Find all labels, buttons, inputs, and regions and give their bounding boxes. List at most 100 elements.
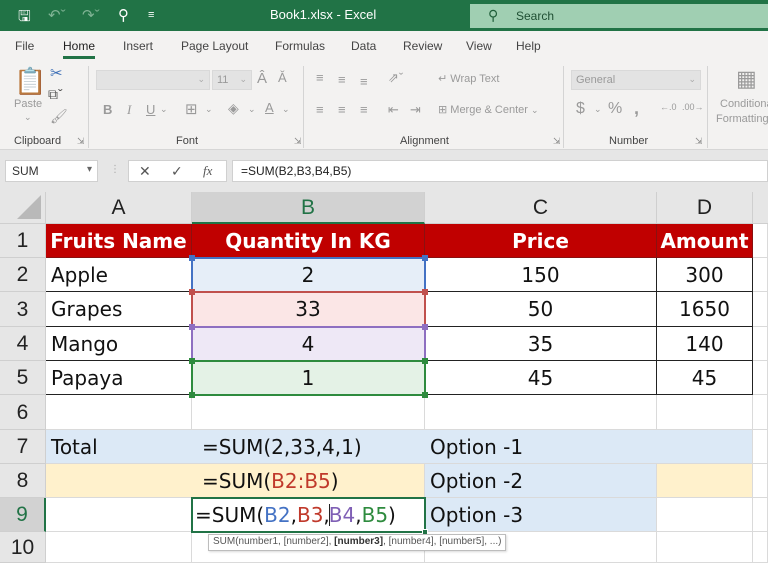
number-format-combo[interactable]: General ⌄ (571, 70, 701, 90)
cell-c8[interactable]: Option -2 (425, 464, 657, 498)
tab-page-layout[interactable]: Page Layout (181, 39, 248, 53)
conditional-formatting-label-2[interactable]: Formatting (716, 113, 768, 125)
tab-help[interactable]: Help (516, 39, 541, 53)
row-header-9[interactable]: 9 (0, 498, 46, 532)
percent-icon[interactable]: % (608, 100, 622, 118)
cell-a2[interactable]: Apple (46, 258, 192, 292)
cell-d5[interactable]: 45 (657, 361, 753, 395)
cell-d8[interactable] (657, 464, 753, 498)
cell-c4[interactable]: 35 (425, 327, 657, 361)
range-handle[interactable] (189, 255, 195, 261)
cell-e4[interactable] (753, 327, 768, 361)
cell-a5[interactable]: Papaya (46, 361, 192, 395)
italic-icon[interactable]: I (127, 102, 131, 118)
row-header-4[interactable]: 4 (0, 327, 46, 361)
chevron-down-icon[interactable]: ⌄ (205, 104, 213, 115)
row-header-8[interactable]: 8 (0, 464, 46, 498)
drag-handle-icon[interactable]: ⋮ (110, 164, 120, 175)
tab-review[interactable]: Review (403, 39, 442, 53)
range-handle[interactable] (189, 358, 195, 364)
conditional-formatting-label-1[interactable]: Conditional (720, 98, 768, 110)
fill-color-icon[interactable]: ◈ (228, 100, 239, 117)
align-left-icon[interactable]: ≡ (316, 102, 324, 117)
cell-e1[interactable] (753, 224, 768, 258)
middle-align-icon[interactable]: ≡ (338, 72, 346, 87)
decrease-font-size-icon[interactable]: Ǎ (278, 70, 287, 85)
chevron-down-icon[interactable]: ⌄ (160, 104, 168, 115)
row-header-3[interactable]: 3 (0, 292, 46, 327)
underline-icon[interactable]: U (146, 102, 155, 117)
column-header-a[interactable]: A (46, 192, 192, 224)
cell-e10[interactable] (753, 532, 768, 563)
range-handle[interactable] (189, 392, 195, 398)
cell-d6[interactable] (657, 395, 753, 430)
decrease-indent-icon[interactable]: ⇤ (388, 102, 399, 118)
chevron-down-icon[interactable]: ⌄ (282, 104, 290, 115)
cell-d7[interactable] (657, 430, 753, 464)
cut-icon[interactable]: ✂ (50, 64, 63, 82)
cell-c9[interactable]: Option -3 (425, 498, 657, 532)
bottom-align-icon[interactable]: ≡ (360, 74, 368, 89)
column-header-c[interactable]: C (425, 192, 657, 224)
cell-d10[interactable] (657, 532, 753, 563)
cell-e5[interactable] (753, 361, 768, 395)
cell-e7[interactable] (753, 430, 768, 464)
align-center-icon[interactable]: ≡ (338, 102, 346, 117)
cell-b5[interactable]: 1 (192, 361, 425, 395)
conditional-formatting-icon[interactable]: ▦ (736, 66, 757, 92)
borders-icon[interactable]: ⊞ (185, 100, 198, 118)
top-align-icon[interactable]: ≡ (316, 70, 324, 85)
cell-b9-editing[interactable]: =SUM(B2, B3, B4, B5) (192, 498, 425, 532)
save-icon[interactable]: 🖫 (18, 6, 31, 31)
range-handle[interactable] (189, 324, 195, 330)
tooltip-current-arg[interactable]: [number3] (334, 536, 383, 547)
tab-file[interactable]: File (15, 39, 34, 53)
font-name-combo[interactable]: ⌄ (96, 70, 210, 90)
paste-label[interactable]: Paste (14, 98, 42, 110)
range-handle[interactable] (422, 358, 428, 364)
row-header-5[interactable]: 5 (0, 361, 46, 395)
row-header-10[interactable]: 10 (0, 532, 46, 563)
cell-d9[interactable] (657, 498, 753, 532)
chevron-down-icon[interactable]: ⌄ (248, 104, 256, 115)
font-color-icon[interactable]: A (265, 100, 274, 115)
row-header-7[interactable]: 7 (0, 430, 46, 464)
increase-decimal-icon[interactable]: ←.0 (660, 102, 677, 112)
cell-a7[interactable]: Total (46, 430, 192, 464)
cell-b8[interactable]: =SUM(B2:B5) (192, 464, 425, 498)
row-header-2[interactable]: 2 (0, 258, 46, 292)
column-header-e[interactable] (753, 192, 768, 224)
paste-icon[interactable]: 📋 (14, 66, 46, 97)
cell-a3[interactable]: Grapes (46, 292, 192, 327)
format-painter-icon[interactable]: 🖌 (50, 108, 68, 125)
range-handle[interactable] (189, 289, 195, 295)
cell-d4[interactable]: 140 (657, 327, 753, 361)
cell-b3[interactable]: 33 (192, 292, 425, 327)
name-box[interactable]: SUM ▾ (5, 160, 98, 182)
cell-e2[interactable] (753, 258, 768, 292)
range-handle[interactable] (422, 324, 428, 330)
chevron-down-icon[interactable]: ⌄ (594, 104, 602, 115)
tab-insert[interactable]: Insert (123, 39, 153, 53)
cell-d1[interactable]: Amount (657, 224, 753, 258)
font-launcher-icon[interactable]: ⇲ (294, 136, 302, 147)
cell-e3[interactable] (753, 292, 768, 327)
bold-icon[interactable]: B (103, 102, 112, 117)
select-all-button[interactable] (0, 192, 46, 224)
orientation-icon[interactable]: ⇗ˇ (388, 70, 403, 86)
copy-icon[interactable]: ⧉ˇ (48, 86, 63, 103)
number-launcher-icon[interactable]: ⇲ (695, 136, 703, 147)
cell-e8[interactable] (753, 464, 768, 498)
tab-view[interactable]: View (466, 39, 492, 53)
cell-b4[interactable]: 4 (192, 327, 425, 361)
cell-c7[interactable]: Option -1 (425, 430, 657, 464)
column-header-b[interactable]: B (192, 192, 425, 224)
tab-formulas[interactable]: Formulas (275, 39, 325, 53)
cell-b2[interactable]: 2 (192, 258, 425, 292)
paste-dropdown-icon[interactable]: ⌄ (24, 112, 32, 123)
insert-function-icon[interactable]: fx (203, 163, 212, 179)
magnifier-icon[interactable]: ⚲ (118, 6, 129, 24)
tab-data[interactable]: Data (351, 39, 376, 53)
increase-indent-icon[interactable]: ⇥ (410, 102, 421, 118)
row-header-6[interactable]: 6 (0, 395, 46, 430)
